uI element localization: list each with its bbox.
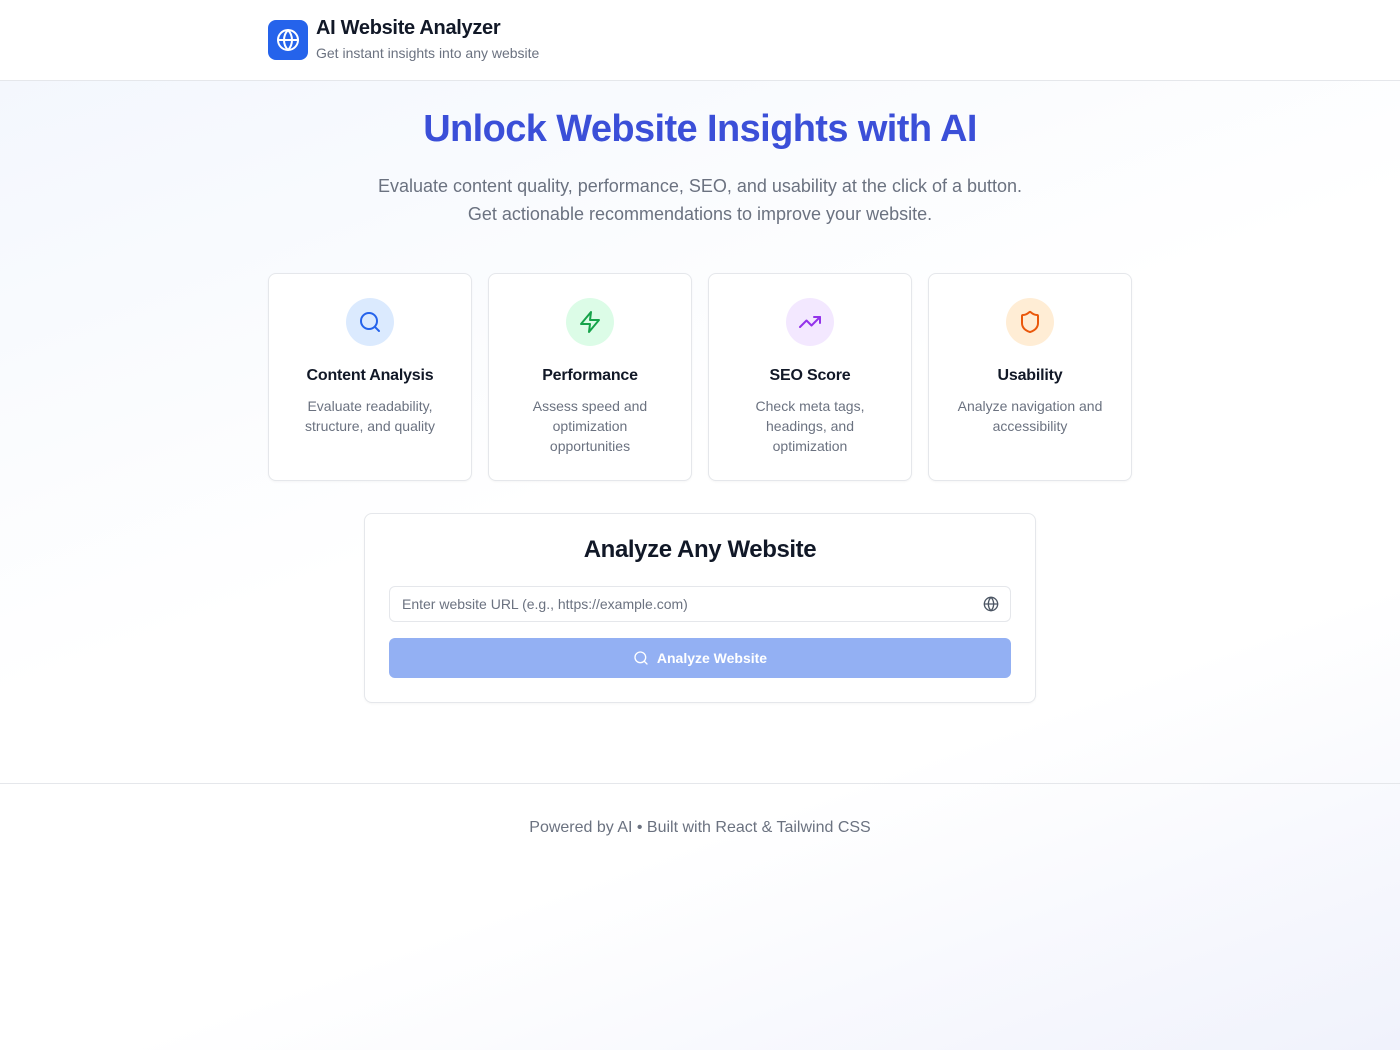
feature-title: Content Analysis xyxy=(306,367,434,384)
url-input[interactable] xyxy=(390,587,980,621)
analyze-panel: Analyze Any Website Analyze Website xyxy=(364,513,1036,703)
feature-title: SEO Score xyxy=(769,367,851,384)
feature-description: Assess speed and optimization opportunit… xyxy=(532,398,648,454)
hero-title: Unlock Website Insights with AI xyxy=(423,108,977,150)
footer-text: Powered by AI • Built with React & Tailw… xyxy=(529,819,871,836)
feature-title: Performance xyxy=(542,367,638,384)
trending-up-icon xyxy=(799,316,821,328)
app-subtitle: Get instant insights into any website xyxy=(316,45,540,61)
shield-icon xyxy=(1021,311,1039,334)
feature-card-usability: Usability Analyze navigation and accessi… xyxy=(928,273,1132,481)
globe-icon xyxy=(983,596,999,612)
app-header: AI Website Analyzer Get instant insights… xyxy=(0,0,1400,81)
search-icon xyxy=(634,651,648,665)
feature-card-seo-score: SEO Score Check meta tags, headings, and… xyxy=(708,273,912,481)
feature-icon-wrapper xyxy=(346,298,394,346)
hero-description: Evaluate content quality, performance, S… xyxy=(0,172,1400,228)
analyze-title: Analyze Any Website xyxy=(583,536,817,563)
feature-card-performance: Performance Assess speed and optimizatio… xyxy=(488,273,692,481)
analyze-website-button[interactable]: Analyze Website xyxy=(389,638,1011,678)
analyze-button-label: Analyze Website xyxy=(656,650,768,666)
app-title: AI Website Analyzer xyxy=(316,17,501,39)
feature-icon-wrapper xyxy=(1006,298,1054,346)
feature-description: Check meta tags, headings, and optimizat… xyxy=(755,398,865,454)
url-input-wrapper xyxy=(389,586,1011,622)
feature-icon-wrapper xyxy=(786,298,834,346)
feature-icon-wrapper xyxy=(566,298,614,346)
search-icon xyxy=(360,312,380,332)
lightning-icon xyxy=(580,311,600,333)
hero-description-line-1: Evaluate content quality, performance, S… xyxy=(377,176,1023,196)
feature-description: Analyze navigation and accessibility xyxy=(957,398,1103,434)
app-logo xyxy=(268,20,308,60)
feature-card-content-analysis: Content Analysis Evaluate readability, s… xyxy=(268,273,472,481)
feature-title: Usability xyxy=(997,367,1063,384)
feature-description: Evaluate readability, structure, and qua… xyxy=(305,398,435,434)
globe-icon xyxy=(277,29,299,51)
page-footer: Powered by AI • Built with React & Tailw… xyxy=(0,783,1400,1050)
hero-description-line-2: Get actionable recommendations to improv… xyxy=(467,204,933,224)
